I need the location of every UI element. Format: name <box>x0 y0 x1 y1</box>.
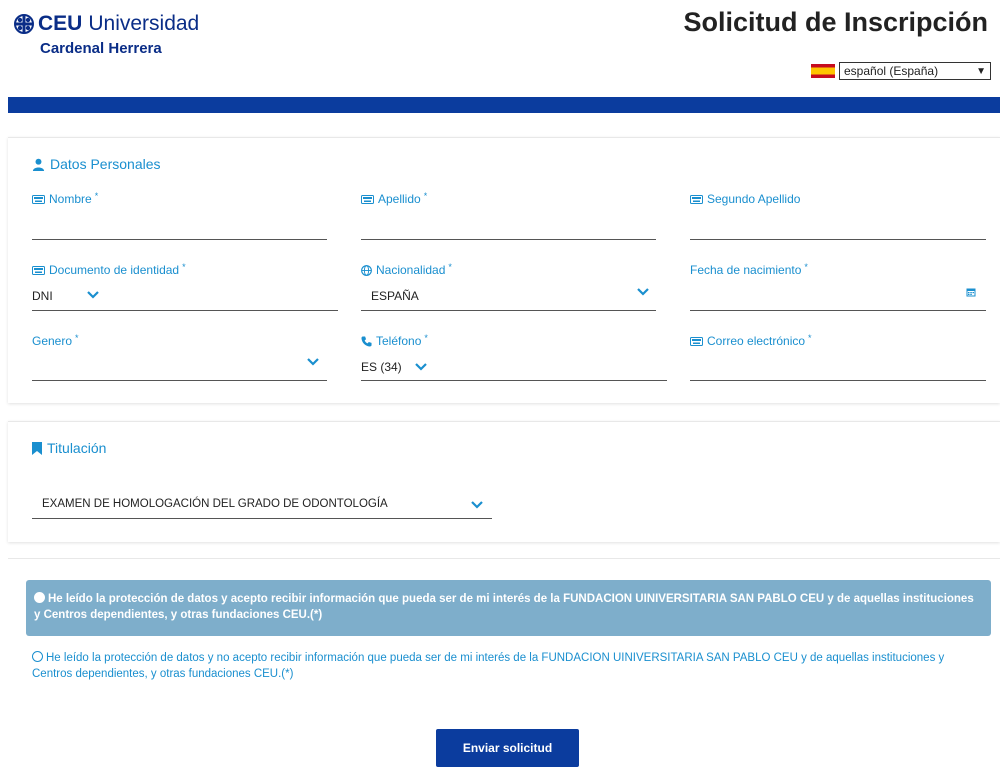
titulacion-input-line <box>32 518 492 519</box>
correo-input[interactable] <box>690 380 986 381</box>
chevron-down-icon <box>307 358 319 366</box>
required-mark: * <box>75 333 79 343</box>
personal-section-title: Datos Personales <box>32 156 161 172</box>
page-title: Solicitud de Inscripción <box>683 7 988 37</box>
telefono-label-text: Teléfono <box>376 334 422 348</box>
keyboard-icon <box>361 194 374 204</box>
chevron-down-icon <box>471 501 483 509</box>
required-mark: * <box>448 262 452 272</box>
fecha-label: Fecha de nacimiento * <box>690 262 808 277</box>
language-select[interactable]: español (España) ▼ <box>839 62 991 80</box>
correo-label-text: Correo electrónico <box>707 334 806 348</box>
required-mark: * <box>424 333 428 343</box>
genero-select[interactable] <box>32 352 327 380</box>
calendar-icon <box>966 288 976 297</box>
consent-accept-option[interactable]: He leído la protección de datos y acepto… <box>26 580 991 636</box>
genero-label-text: Genero <box>32 334 73 348</box>
spain-flag-icon <box>811 64 835 78</box>
required-mark: * <box>94 191 99 201</box>
genero-input-line <box>32 380 327 381</box>
titulacion-card <box>8 421 1000 542</box>
radio-accept[interactable] <box>34 592 45 603</box>
fecha-input-line <box>690 310 986 311</box>
correo-label: Correo electrónico * <box>690 333 812 348</box>
chevron-down-icon <box>415 363 427 371</box>
fecha-input[interactable] <box>690 287 986 311</box>
documento-value: DNI <box>32 289 53 303</box>
nacionalidad-label-text: Nacionalidad <box>376 263 446 277</box>
telefono-prefix-select[interactable]: ES (34) <box>361 358 667 382</box>
required-mark: * <box>808 333 812 343</box>
titulacion-value: EXAMEN DE HOMOLOGACIÓN DEL GRADO DE ODON… <box>42 498 388 510</box>
consent-reject-text: He leído la protección de datos y no ace… <box>32 652 945 680</box>
section-title-text: Datos Personales <box>50 156 161 172</box>
nacionalidad-select[interactable]: ESPAÑA <box>361 287 656 311</box>
fecha-label-text: Fecha de nacimiento <box>690 263 802 277</box>
chevron-down-icon <box>87 291 99 299</box>
radio-reject[interactable] <box>32 651 43 662</box>
consent-reject-option[interactable]: He leído la protección de datos y no ace… <box>32 650 982 682</box>
keyboard-icon <box>32 265 45 275</box>
divider <box>8 558 1000 560</box>
user-icon <box>32 158 45 171</box>
chevron-down-icon: ▼ <box>976 65 986 77</box>
keyboard-icon <box>690 336 703 346</box>
submit-button[interactable]: Enviar solicitud <box>436 729 579 767</box>
keyboard-icon <box>32 194 45 204</box>
logo-subtitle: Cardenal Herrera <box>40 40 162 57</box>
segundo-apellido-label: Segundo Apellido <box>690 192 800 206</box>
phone-icon <box>361 335 372 347</box>
apellido-label-text: Apellido <box>378 192 421 206</box>
keyboard-icon <box>690 194 703 204</box>
telefono-label: Teléfono * <box>361 333 428 348</box>
nacionalidad-value: ESPAÑA <box>371 289 419 303</box>
section-title-text: Titulación <box>47 440 107 456</box>
nacionalidad-label: Nacionalidad * <box>361 262 452 277</box>
required-mark: * <box>804 262 808 272</box>
documento-select[interactable]: DNI <box>32 287 338 311</box>
required-mark: * <box>182 262 186 272</box>
apellido-label: Apellido * <box>361 191 428 206</box>
nombre-input[interactable] <box>32 239 327 240</box>
apellido-input[interactable] <box>361 239 656 240</box>
nombre-label-text: Nombre <box>49 192 92 206</box>
required-mark: * <box>423 191 428 201</box>
globe-icon <box>361 264 372 276</box>
consent-accept-text: He leído la protección de datos y acepto… <box>34 593 974 621</box>
chevron-down-icon <box>637 288 649 296</box>
language-selector: español (España) ▼ <box>811 62 991 80</box>
bookmark-icon <box>32 441 42 455</box>
header-bar <box>8 97 1000 113</box>
logo-ceu: CEU <box>38 12 83 35</box>
documento-input-line <box>32 310 338 311</box>
nacionalidad-input-line <box>361 310 656 311</box>
documento-label-text: Documento de identidad <box>49 263 180 277</box>
telefono-prefix-value: ES (34) <box>361 360 402 374</box>
nombre-label: Nombre * <box>32 191 99 206</box>
documento-label: Documento de identidad * <box>32 262 186 277</box>
telefono-input-line <box>361 380 667 381</box>
segundo-apellido-input[interactable] <box>690 239 986 240</box>
logo: CEU Universidad <box>14 12 199 36</box>
segundo-apellido-label-text: Segundo Apellido <box>707 192 801 206</box>
titulacion-select[interactable]: EXAMEN DE HOMOLOGACIÓN DEL GRADO DE ODON… <box>32 492 492 518</box>
logo-universidad: Universidad <box>88 12 200 35</box>
ceu-cross-icon <box>14 14 34 34</box>
language-select-value: español (España) <box>844 64 939 78</box>
titulacion-section-title: Titulación <box>32 440 106 456</box>
genero-label: Genero * <box>32 333 79 348</box>
